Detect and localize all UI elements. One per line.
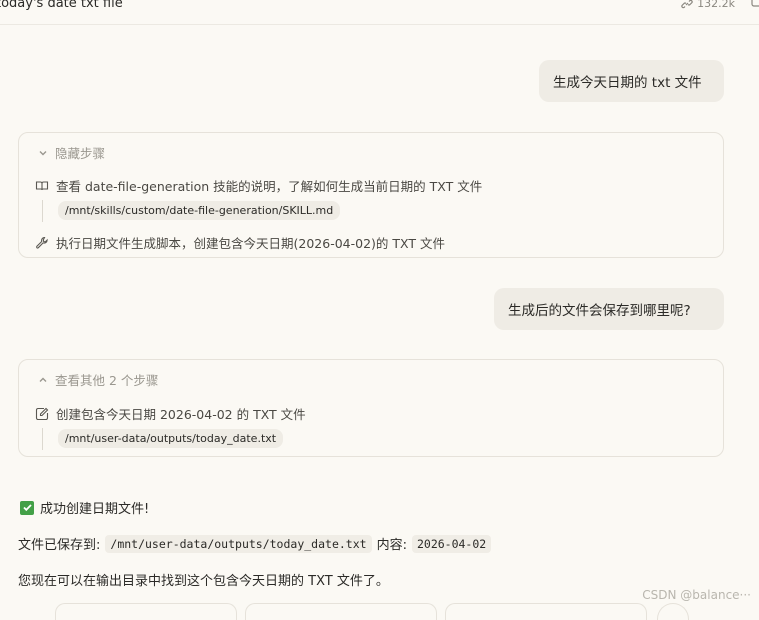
suggestion-card[interactable] <box>245 603 437 620</box>
user-message-text: 生成后的文件会保存到哪里呢? <box>508 303 691 319</box>
content-value-code: 2026-04-02 <box>411 534 492 553</box>
step-text: 执行日期文件生成脚本，创建包含今天日期(2026-04-02)的 TXT 文件 <box>56 236 445 251</box>
chat-header: today's date txt file 132.2k <box>0 0 759 25</box>
edit-file-icon <box>35 407 49 420</box>
book-icon <box>35 180 49 190</box>
suggestion-card[interactable] <box>55 603 237 620</box>
step-connector <box>42 428 43 450</box>
reply-final-text: 您现在可以在输出目录中找到这个包含今天日期的 TXT 文件了。 <box>18 574 389 589</box>
chevron-down-icon <box>39 150 47 155</box>
step-item: 执行日期文件生成脚本，创建包含今天日期(2026-04-02)的 TXT 文件 <box>35 233 445 252</box>
step-connector <box>42 200 43 222</box>
hide-steps-label: 隐藏步骤 <box>55 146 106 161</box>
success-text: 成功创建日期文件! <box>40 502 150 517</box>
token-stat-value: 132.2k <box>697 0 735 10</box>
chevron-up-icon <box>39 377 47 382</box>
hide-steps-toggle[interactable]: 隐藏步骤 <box>37 143 105 162</box>
user-message-text: 生成今天日期的 txt 文件 <box>553 75 702 91</box>
wrench-icon <box>36 236 48 249</box>
user-message-bubble: 生成今天日期的 txt 文件 <box>539 60 724 102</box>
token-stat: 132.2k <box>681 0 735 10</box>
suggestion-card[interactable] <box>445 603 647 620</box>
suggestion-card[interactable] <box>657 603 689 620</box>
success-line: 成功创建日期文件! <box>20 498 149 517</box>
step-text: 查看 date-file-generation 技能的说明，了解如何生成当前日期… <box>56 179 483 194</box>
steps-panel: 查看其他 2 个步骤 创建包含今天日期 2026-04-02 的 TXT 文件 … <box>18 359 724 457</box>
step-item: 查看 date-file-generation 技能的说明，了解如何生成当前日期… <box>35 176 482 195</box>
chat-title: today's date txt file <box>0 0 123 11</box>
check-icon <box>20 500 34 515</box>
saved-location-line: 文件已保存到: /mnt/user-data/outputs/today_dat… <box>18 534 496 553</box>
step-item: 创建包含今天日期 2026-04-02 的 TXT 文件 <box>35 404 306 423</box>
file-path-chip[interactable]: /mnt/skills/custom/date-file-generation/… <box>58 201 341 220</box>
show-more-steps-label: 查看其他 2 个步骤 <box>55 373 159 388</box>
link-icon <box>681 0 693 8</box>
user-message-bubble: 生成后的文件会保存到哪里呢? <box>494 288 724 330</box>
file-path-chip[interactable]: /mnt/user-data/outputs/today_date.txt <box>58 429 284 448</box>
saved-path-code: /mnt/user-data/outputs/today_date.txt <box>105 534 372 553</box>
step-text: 创建包含今天日期 2026-04-02 的 TXT 文件 <box>56 407 306 422</box>
show-more-steps-toggle[interactable]: 查看其他 2 个步骤 <box>37 370 158 389</box>
content-label: 内容: <box>376 538 407 553</box>
suggestion-cards <box>55 603 715 620</box>
watermark: CSDN @balance··· <box>642 588 751 602</box>
saved-label: 文件已保存到: <box>18 538 101 553</box>
steps-panel: 隐藏步骤 查看 date-file-generation 技能的说明，了解如何生… <box>18 132 724 258</box>
panel-icon[interactable] <box>751 0 759 8</box>
